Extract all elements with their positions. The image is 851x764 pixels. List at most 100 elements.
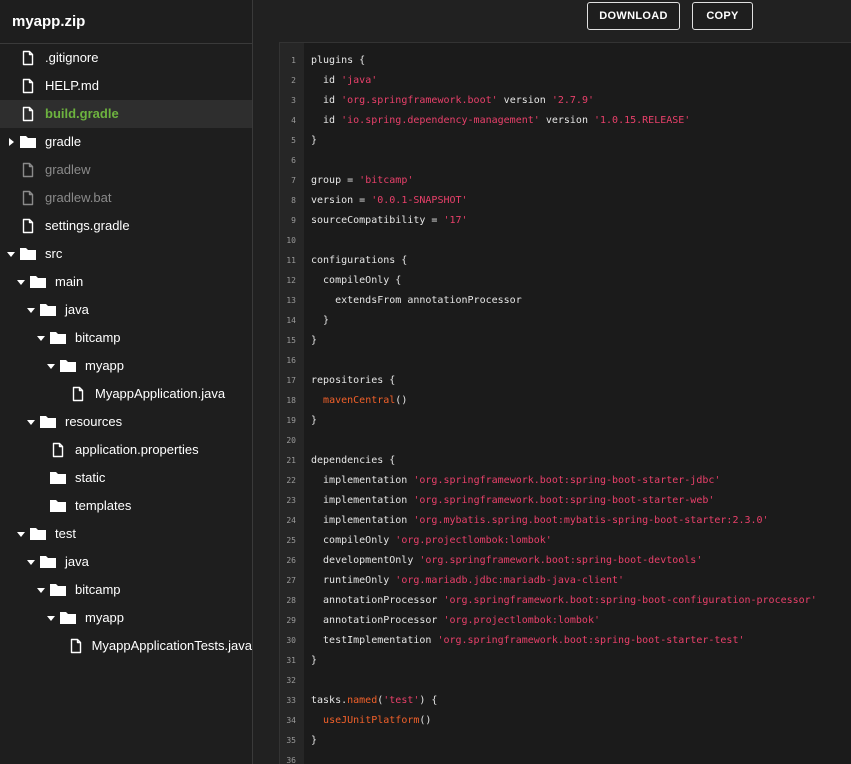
string-token: 'org.projectlombok:lombok' xyxy=(395,535,552,546)
folder-icon xyxy=(49,470,67,486)
line-number: 22 xyxy=(286,476,296,485)
folder-icon xyxy=(39,414,57,430)
code-text: } xyxy=(311,651,317,671)
tree-folder[interactable]: templates xyxy=(0,492,252,520)
code-text: developmentOnly 'org.springframework.boo… xyxy=(311,551,702,571)
tree-item-label: application.properties xyxy=(75,442,199,457)
caret-down-icon[interactable] xyxy=(26,555,36,569)
caret-down-icon[interactable] xyxy=(26,303,36,317)
tree-file[interactable]: MyappApplication.java xyxy=(0,380,252,408)
file-icon xyxy=(19,50,37,66)
tree-folder[interactable]: myapp xyxy=(0,604,252,632)
string-token: 'io.spring.dependency-management' xyxy=(341,115,540,126)
file-icon xyxy=(19,218,37,234)
code-text: compileOnly { xyxy=(311,271,401,291)
caret-down-icon[interactable] xyxy=(36,331,46,345)
file-icon xyxy=(19,106,37,122)
code-line: 1 plugins { xyxy=(280,51,851,71)
tree-item-label: bitcamp xyxy=(75,330,121,345)
tree-folder[interactable]: java xyxy=(0,296,252,324)
code-token: implementation xyxy=(311,475,414,486)
caret-down-icon[interactable] xyxy=(16,275,26,289)
tree-folder[interactable]: static xyxy=(0,464,252,492)
tree-folder[interactable]: bitcamp xyxy=(0,576,252,604)
file-tree: .gitignore HELP.md build.gradle gradle gradl… xyxy=(0,44,252,660)
file-icon xyxy=(69,386,87,402)
string-token: 'org.springframework.boot:spring-boot-de… xyxy=(419,555,703,566)
code-text: annotationProcessor 'org.projectlombok:l… xyxy=(311,611,600,631)
line-number: 19 xyxy=(286,416,296,425)
copy-button[interactable]: COPY xyxy=(692,2,753,30)
code-token: } xyxy=(311,335,318,346)
tree-file[interactable]: gradlew xyxy=(0,156,252,184)
tree-file[interactable]: build.gradle xyxy=(0,100,252,128)
tree-file[interactable]: settings.gradle xyxy=(0,212,252,240)
code-text: mavenCentral() xyxy=(311,391,407,411)
code-line: 22 implementation 'org.springframework.b… xyxy=(280,471,851,491)
caret-down-icon[interactable] xyxy=(26,415,36,429)
folder-icon xyxy=(49,330,67,346)
code-text: } xyxy=(311,411,317,431)
tree-item-label: myapp xyxy=(85,610,125,625)
tree-folder[interactable]: java xyxy=(0,548,252,576)
tree-file[interactable]: HELP.md xyxy=(0,72,252,100)
tree-folder[interactable]: main xyxy=(0,268,252,296)
line-number: 25 xyxy=(286,536,296,545)
code-line: 23 implementation 'org.springframework.b… xyxy=(280,491,851,511)
caret-down-icon[interactable] xyxy=(46,359,56,373)
caret-spacer xyxy=(6,191,16,205)
code-token: implementation xyxy=(311,495,414,506)
caret-down-icon[interactable] xyxy=(16,527,26,541)
code-line: 25 compileOnly 'org.projectlombok:lombok… xyxy=(280,531,851,551)
code-line: 5} xyxy=(280,131,851,151)
code-token: annotationProcessor xyxy=(311,615,444,626)
tree-file[interactable]: .gitignore xyxy=(0,44,252,72)
tree-item-label: java xyxy=(65,302,89,317)
tree-folder[interactable]: gradle xyxy=(0,128,252,156)
caret-spacer xyxy=(56,639,65,653)
code-viewer[interactable]: 1 plugins {2 id 'java' 3 id 'org.springfra… xyxy=(279,42,851,764)
code-line: 18 mavenCentral() xyxy=(280,391,851,411)
line-number: 30 xyxy=(286,636,296,645)
code-line: 26 developmentOnly 'org.springframework.… xyxy=(280,551,851,571)
code-line: 24 implementation 'org.mybatis.spring.bo… xyxy=(280,511,851,531)
code-text: implementation 'org.mybatis.spring.boot:… xyxy=(311,511,769,531)
tree-file[interactable]: MyappApplicationTests.java xyxy=(0,632,252,660)
caret-down-icon[interactable] xyxy=(46,611,56,625)
string-token: '1.0.15.RELEASE' xyxy=(593,115,691,126)
caret-down-icon[interactable] xyxy=(6,247,16,261)
file-icon xyxy=(19,78,37,94)
tree-folder[interactable]: myapp xyxy=(0,352,252,380)
caret-spacer xyxy=(36,471,46,485)
tree-folder[interactable]: bitcamp xyxy=(0,324,252,352)
caret-spacer xyxy=(6,107,16,121)
code-token: developmentOnly xyxy=(311,555,420,566)
tree-item-label: MyappApplicationTests.java xyxy=(91,638,252,653)
code-text: implementation 'org.springframework.boot… xyxy=(311,471,720,491)
caret-right-icon[interactable] xyxy=(6,135,16,149)
caret-spacer xyxy=(6,51,16,65)
folder-icon xyxy=(19,246,37,262)
tree-folder[interactable]: test xyxy=(0,520,252,548)
tree-folder[interactable]: src xyxy=(0,240,252,268)
code-token: version xyxy=(497,95,552,106)
string-token: 'org.mariadb.jdbc:mariadb-java-client' xyxy=(395,575,625,586)
tree-item-label: .gitignore xyxy=(45,50,99,65)
tree-file[interactable]: application.properties xyxy=(0,436,252,464)
line-number: 9 xyxy=(291,216,296,225)
code-text: version = '0.0.1-SNAPSHOT' xyxy=(311,191,468,211)
code-line: 3 id 'org.springframework.boot' version … xyxy=(280,91,851,111)
tree-file[interactable]: gradlew.bat xyxy=(0,184,252,212)
string-token: 'org.mybatis.spring.boot:mybatis-spring-… xyxy=(413,515,769,526)
folder-icon xyxy=(49,498,67,514)
caret-down-icon[interactable] xyxy=(36,583,46,597)
file-icon xyxy=(68,638,84,654)
tree-folder[interactable]: resources xyxy=(0,408,252,436)
code-token: tasks. xyxy=(311,695,348,706)
download-button[interactable]: DOWNLOAD xyxy=(587,2,680,30)
code-text: plugins { xyxy=(311,51,365,71)
string-token: '0.0.1-SNAPSHOT' xyxy=(371,195,468,206)
line-number: 33 xyxy=(286,696,296,705)
